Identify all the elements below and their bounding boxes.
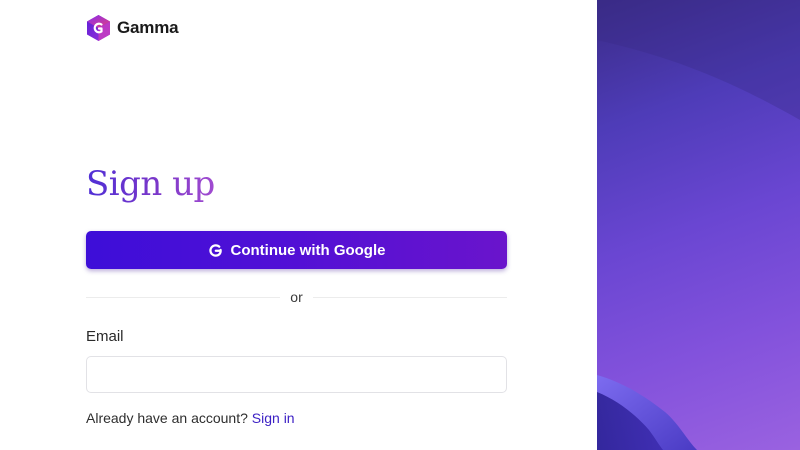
gamma-logo-icon [87, 15, 110, 41]
gradient-wave-illustration [597, 0, 800, 450]
page-title: Sign up [86, 164, 215, 204]
or-divider: or [86, 288, 508, 306]
brand-name: Gamma [117, 18, 179, 37]
signin-link[interactable]: Sign in [252, 410, 295, 426]
divider-line-right [312, 296, 508, 298]
google-g-icon [208, 243, 222, 257]
google-button-label: Continue with Google [230, 241, 386, 259]
divider-text: or [290, 289, 303, 305]
signup-page: Gamma Sign up Continue with Google or Em… [0, 0, 800, 450]
signin-prompt-text: Already have an account? [86, 410, 248, 426]
signup-panel: Gamma Sign up Continue with Google or Em… [0, 0, 597, 450]
continue-with-google-button[interactable]: Continue with Google [86, 231, 507, 269]
decorative-side-panel [597, 0, 800, 450]
email-label: Email [86, 328, 124, 345]
divider-line-left [86, 296, 281, 298]
brand[interactable]: Gamma [86, 14, 179, 42]
signin-prompt: Already have an account? Sign in [86, 410, 295, 426]
email-field[interactable] [86, 356, 507, 393]
